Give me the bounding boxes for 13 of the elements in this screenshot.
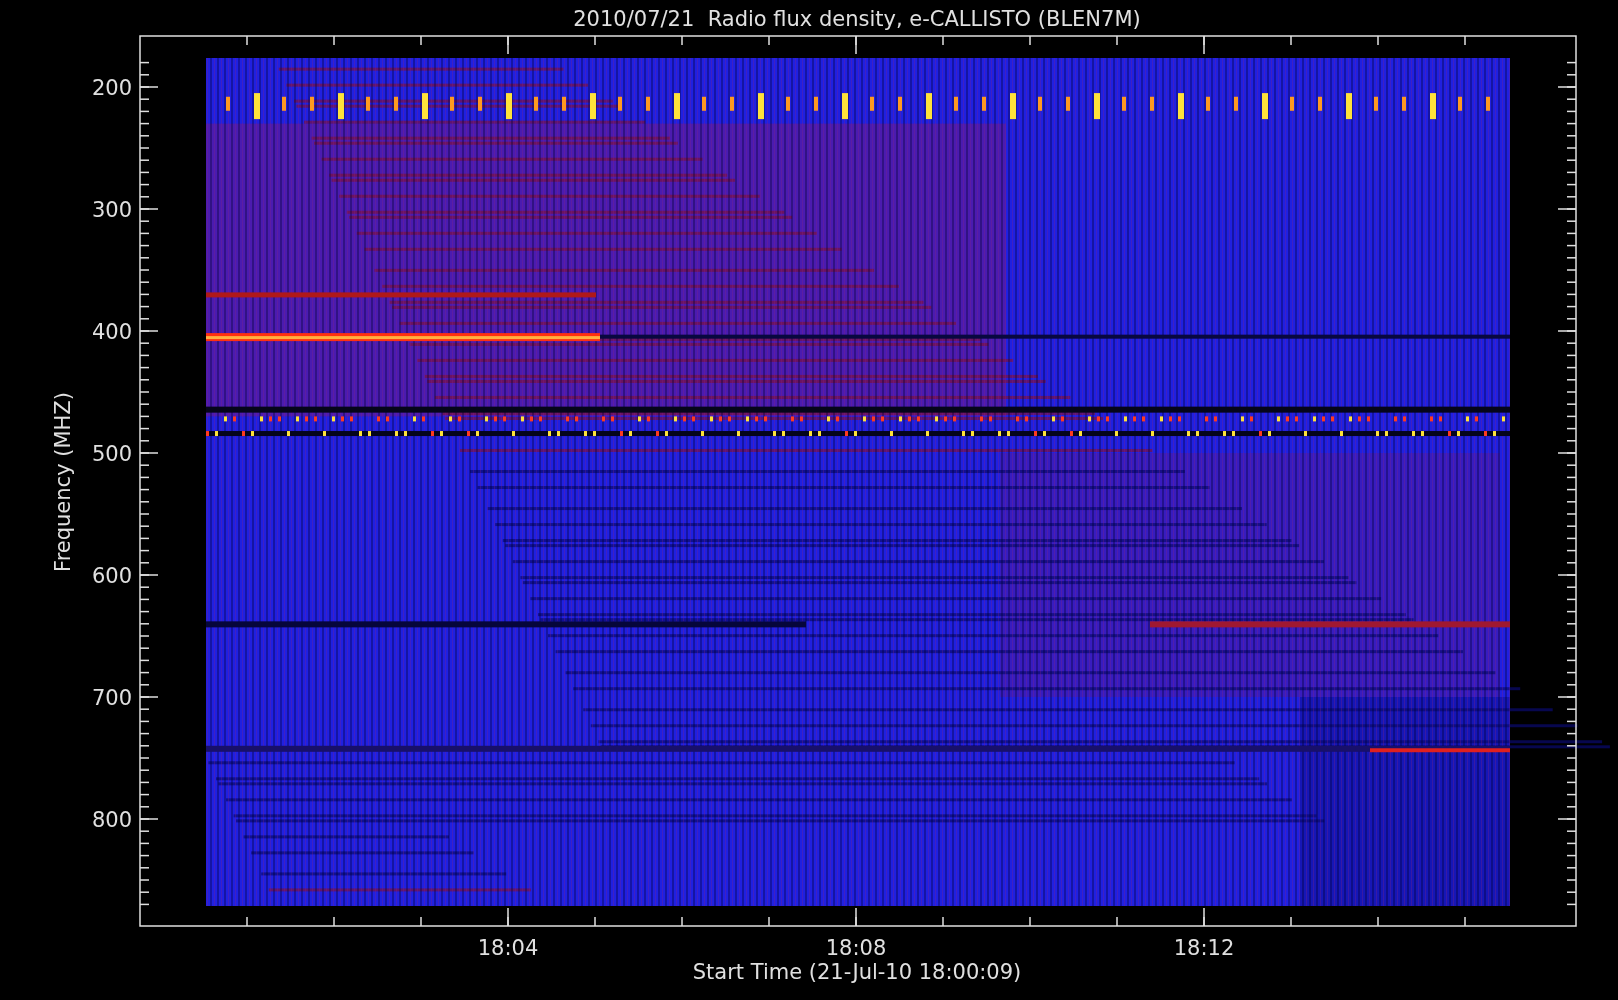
axis-label: Start Time (21-Jul-10 18:00:09)	[692, 960, 1022, 984]
tick-label: 18:08	[825, 936, 887, 960]
tick-label: 800	[91, 808, 132, 832]
tick-label: 18:12	[1173, 936, 1235, 960]
tick-label: 400	[91, 320, 132, 344]
plot-title: 2010/07/21 Radio flux density, e-CALLISTO (BLEN7M)	[573, 7, 1141, 31]
tick-label: 18:04	[477, 936, 539, 960]
tick-label: 500	[91, 442, 132, 466]
tick-label: 300	[91, 198, 132, 222]
tick-label: 700	[91, 686, 132, 710]
axis-label: Frequency (MHZ)	[51, 392, 75, 572]
tick-label: 200	[91, 76, 132, 100]
tick-label: 600	[91, 564, 132, 588]
